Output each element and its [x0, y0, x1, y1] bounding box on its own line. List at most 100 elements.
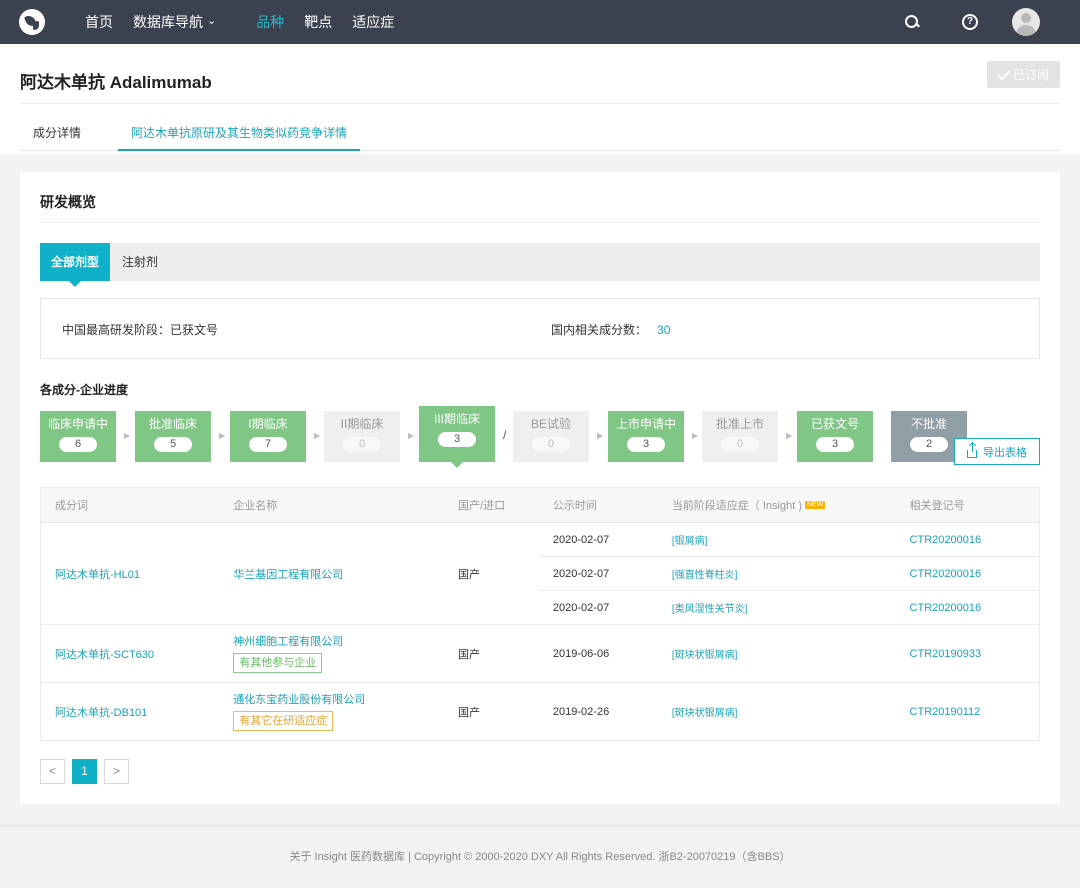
stage-count: 0: [532, 437, 570, 452]
pagination: < 1 >: [40, 759, 136, 784]
stage-label: 批准临床: [148, 417, 197, 431]
top-nav: 首页 数据库导航 品种 靶点 适应症 ?: [0, 0, 1080, 44]
arrow-right-icon: ▶: [408, 431, 415, 440]
search-icon[interactable]: [904, 14, 920, 30]
origin-cell: 国产: [444, 522, 539, 625]
stage-label: 上市申请中: [615, 417, 676, 431]
ingredient-link[interactable]: 阿达木单抗-HL01: [55, 569, 140, 581]
registration-link[interactable]: CTR20200016: [910, 602, 982, 614]
registration-cell: CTR20200016: [895, 590, 1040, 625]
ingredient-cell: 阿达木单抗-DB101: [40, 682, 220, 741]
stage-5[interactable]: BE试验 0: [513, 411, 589, 462]
indication-link[interactable]: [斑块状银屑病]: [672, 650, 738, 661]
stage-2[interactable]: I期临床 7: [230, 411, 306, 462]
registration-link[interactable]: CTR20200016: [910, 534, 982, 546]
subscribe-button[interactable]: 已订阅: [987, 61, 1060, 88]
date-cell: 2019-06-06: [538, 624, 658, 683]
company-cell: 华兰基因工程有限公司: [219, 522, 445, 625]
indication-link[interactable]: [银屑病]: [672, 536, 708, 547]
stage-count: 0: [343, 437, 381, 452]
tab-ingredient-detail[interactable]: 成分详情: [33, 114, 81, 151]
stage-label: 临床申请中: [47, 417, 108, 431]
stage-filter: 临床申请中 6 ▶ 批准临床 5 ▶ I期临床 7 ▶ II期临床 0 ▶ III期临床…: [40, 406, 1040, 471]
logo-icon[interactable]: [19, 9, 45, 35]
arrow-right-icon: ▶: [219, 431, 226, 440]
subscribe-label: 已订阅: [1012, 68, 1049, 82]
arrow-right-icon: ▶: [786, 431, 793, 440]
stage-1[interactable]: 批准临床 5: [135, 411, 211, 462]
stage-count: 7: [249, 437, 287, 452]
stage-label: BE试验: [530, 417, 571, 431]
company-link[interactable]: 神州细胞工程有限公司: [233, 636, 343, 648]
stage-label: 批准上市: [715, 417, 764, 431]
indication-link[interactable]: [斑块状银屑病]: [672, 708, 738, 719]
ingredient-link[interactable]: 阿达木单抗-DB101: [55, 707, 147, 719]
overview-card: 研发概览 全部剂型 注射剂 中国最高研发阶段：已获文号 国内相关成分数： 30 各…: [20, 172, 1060, 804]
export-label: 导出表格: [983, 446, 1027, 459]
nav-variety[interactable]: 品种: [256, 12, 284, 32]
nav-target[interactable]: 靶点: [304, 12, 332, 32]
registration-link[interactable]: CTR20200016: [910, 568, 982, 580]
stage-8[interactable]: 已获文号 3: [797, 411, 873, 462]
stage-count: 2: [910, 437, 948, 452]
col-company[interactable]: 企业名称: [219, 487, 445, 523]
table-header-row: 成分词 企业名称 国产/进口 公示时间 当前阶段适应症（ Insight ) NE…: [40, 487, 1040, 523]
prev-page-button[interactable]: <: [40, 759, 65, 784]
date-cell: 2020-02-07: [538, 522, 658, 557]
upload-icon: [967, 442, 977, 458]
page-header: 阿达木单抗 Adalimumab 已订阅 成分详情 阿达木单抗原研及其生物类似药…: [0, 44, 1080, 154]
company-cell: 通化东宝药业股份有限公司有其它在研适应症: [219, 682, 445, 741]
export-table-button[interactable]: 导出表格: [954, 438, 1040, 465]
page-title: 阿达木单抗 Adalimumab: [20, 73, 212, 92]
table-row: 阿达木单抗-DB101 通化东宝药业股份有限公司 有其它在研适应症 国产 2019…: [40, 682, 1040, 741]
col-registration[interactable]: 相关登记号: [895, 487, 1040, 523]
stage-3[interactable]: II期临床 0: [324, 411, 400, 462]
stage-6[interactable]: 上市申请中 3: [608, 411, 684, 462]
related-count[interactable]: 30: [657, 323, 670, 337]
col-indication[interactable]: 当前阶段适应症（ Insight ) NEW: [657, 487, 896, 523]
registration-cell: CTR20200016: [895, 522, 1040, 557]
nav-indication[interactable]: 适应症: [352, 12, 394, 32]
nav-home[interactable]: 首页: [85, 12, 113, 32]
stage-7[interactable]: 批准上市 0: [702, 411, 778, 462]
registration-link[interactable]: CTR20190112: [910, 706, 981, 718]
other-indications-tag[interactable]: 有其它在研适应症: [233, 711, 334, 731]
avatar[interactable]: [1012, 8, 1040, 36]
company-link[interactable]: 通化东宝药业股份有限公司: [233, 694, 365, 706]
registration-cell: CTR20190933: [895, 624, 1040, 683]
highest-stage: 中国最高研发阶段：已获文号: [62, 323, 219, 337]
stage-4[interactable]: III期临床 3: [419, 406, 495, 468]
arrow-right-icon: ▶: [124, 431, 131, 440]
date-cell: 2019-02-26: [538, 682, 658, 741]
tab-competition-detail[interactable]: 阿达木单抗原研及其生物类似药竞争详情: [118, 114, 361, 151]
indication-link[interactable]: [强直性脊柱炎]: [672, 570, 738, 581]
registration-link[interactable]: CTR20190933: [910, 648, 982, 660]
tab-all-dosage[interactable]: 全部剂型: [40, 243, 110, 287]
tab-injection[interactable]: 注射剂: [122, 243, 158, 281]
section-title: 研发概览: [40, 194, 96, 210]
stage-count: 6: [59, 437, 97, 452]
col-ingredient[interactable]: 成分词: [40, 487, 220, 523]
other-companies-tag[interactable]: 有其他参与企业: [233, 653, 323, 673]
stage-label: 已获文号: [810, 417, 859, 431]
indication-link[interactable]: [类风湿性关节炎]: [672, 604, 748, 615]
footer-text: 关于 Insight 医药数据库 | Copyright © 2000-2020…: [289, 851, 791, 863]
table-row: 阿达木单抗-SCT630 神州细胞工程有限公司 有其他参与企业 国产 2019-0…: [40, 624, 1040, 683]
stage-label: I期临床: [248, 417, 288, 431]
indication-cell: [斑块状银屑病]: [657, 682, 896, 741]
nav-database[interactable]: 数据库导航: [133, 12, 216, 32]
col-date[interactable]: 公示时间: [538, 487, 658, 523]
ingredient-link[interactable]: 阿达木单抗-SCT630: [55, 649, 154, 661]
stage-count: 3: [438, 432, 476, 447]
stage-0[interactable]: 临床申请中 6: [40, 411, 116, 462]
header-divider: [20, 103, 1060, 104]
related-label: 国内相关成分数：: [551, 323, 648, 337]
page-1-button[interactable]: 1: [72, 759, 97, 784]
ingredient-cell: 阿达木单抗-SCT630: [40, 624, 220, 683]
stage-label: III期临床: [433, 412, 480, 426]
company-link[interactable]: 华兰基因工程有限公司: [233, 569, 343, 581]
next-page-button[interactable]: >: [104, 759, 129, 784]
col-origin[interactable]: 国产/进口: [444, 487, 539, 523]
help-icon[interactable]: ?: [962, 14, 978, 30]
related-count-row: 国内相关成分数： 30: [551, 321, 670, 338]
